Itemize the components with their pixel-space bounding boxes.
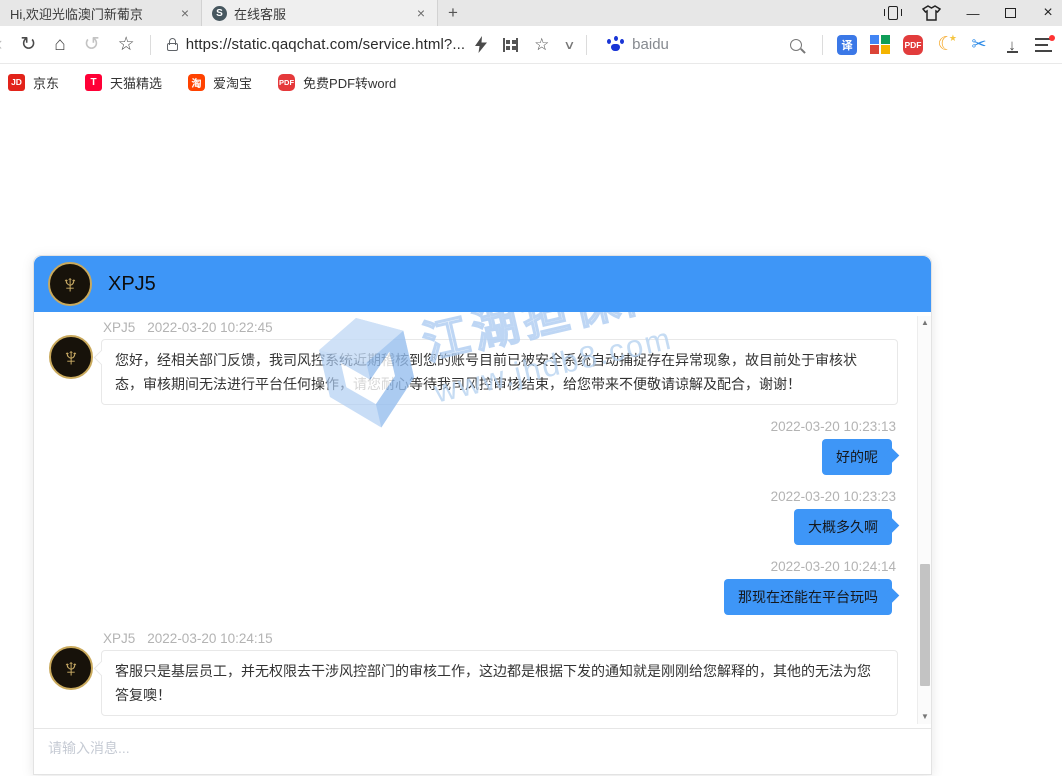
message-meta: XPJ5 2022-03-20 10:22:45: [103, 320, 898, 335]
new-tab-button[interactable]: +: [438, 0, 468, 26]
notification-dot: [1049, 35, 1055, 41]
tab-title: Hi,欢迎光临澳门新葡京: [10, 4, 177, 23]
agent-message-row: ♆ XPJ5 2022-03-20 10:24:15 客服只是基层员工，并无权限去…: [49, 629, 898, 716]
baidu-paw-icon: [607, 36, 624, 53]
user-bubble: 大概多久啊: [794, 509, 892, 545]
chat-title: XPJ5: [108, 273, 156, 296]
address-bar-actions: ☆ ∨: [475, 36, 574, 53]
scroll-up-icon[interactable]: ▲: [918, 316, 931, 330]
bookmark-page-star-icon[interactable]: ☆: [534, 36, 549, 53]
chat-message-area: ♆ XPJ5 2022-03-20 10:22:45 您好，经相关部门反馈，我司风…: [34, 312, 931, 728]
download-icon[interactable]: ↓: [1002, 35, 1022, 55]
timestamp: 2022-03-20 10:24:14: [771, 559, 896, 574]
timestamp: 2022-03-20 10:22:45: [147, 320, 272, 335]
lightning-accelerate-icon[interactable]: [475, 36, 487, 53]
search-engine-label[interactable]: baidu: [632, 36, 669, 53]
extensions-area: 译 PDF ☾★ ✂ ↓: [837, 35, 1052, 55]
skin-theme-icon[interactable]: [922, 5, 941, 21]
home-icon[interactable]: ⌂: [54, 35, 65, 54]
bookmarks-bar: JD 京东 T 天猫精选 淘 爱淘宝 PDF 免费PDF转word: [0, 65, 1062, 99]
taobao-icon: 淘: [188, 74, 205, 91]
message-meta: XPJ5 2022-03-20 10:24:15: [103, 631, 898, 646]
tab-favicon-icon: S: [212, 6, 227, 21]
moon-star-icon: ★: [949, 33, 957, 44]
user-bubble: 那现在还能在平台玩吗: [724, 579, 892, 615]
timestamp: 2022-03-20 10:24:15: [147, 631, 272, 646]
user-bubble: 好的呢: [822, 439, 892, 475]
chat-input-area: [34, 728, 931, 776]
xpj-brand-logo-icon: ♆: [48, 262, 92, 306]
bookmark-jd[interactable]: JD 京东: [8, 73, 59, 92]
user-message-row: 2022-03-20 10:24:14 那现在还能在平台玩吗: [49, 559, 898, 615]
menu-hamburger-icon[interactable]: [1035, 38, 1052, 52]
bookmark-label: 爱淘宝: [213, 73, 252, 92]
bookmark-label: 免费PDF转word: [303, 73, 396, 92]
screenshot-grid-icon[interactable]: [503, 38, 518, 52]
tab-strip: Hi,欢迎光临澳门新葡京 × S 在线客服 × + — ×: [0, 0, 1062, 26]
tab-close-icon[interactable]: ×: [413, 5, 429, 21]
pdf-extension-icon[interactable]: PDF: [903, 35, 923, 55]
maximize-button[interactable]: [1005, 8, 1016, 18]
chevron-down-icon[interactable]: ∨: [564, 38, 576, 52]
chat-header: ♆ XPJ5: [34, 256, 931, 312]
message-input[interactable]: [34, 729, 931, 776]
tab-casino[interactable]: Hi,欢迎光临澳门新葡京 ×: [0, 0, 202, 26]
timestamp: 2022-03-20 10:23:13: [771, 419, 896, 434]
browser-toolbar: ‹ ↻ ⌂ ↺ ☆ https://static.qaqchat.com/ser…: [0, 26, 1062, 64]
bookmark-tmall[interactable]: T 天猫精选: [85, 73, 162, 92]
night-mode-moon-icon[interactable]: ☾★: [936, 35, 956, 55]
favorites-star-icon[interactable]: ☆: [118, 35, 135, 54]
chat-scrollbar[interactable]: ▲ ▼: [917, 316, 931, 724]
search-icon[interactable]: [790, 39, 802, 51]
jd-icon: JD: [8, 74, 25, 91]
pdf-icon: PDF: [278, 74, 295, 91]
agent-bubble: 客服只是基层员工，并无权限去干涉风控部门的审核工作，这边都是根据下发的通知就是刚…: [101, 650, 898, 716]
tmall-icon: T: [85, 74, 102, 91]
refresh-icon[interactable]: ↻: [20, 35, 36, 54]
scrollbar-thumb[interactable]: [920, 564, 930, 686]
divider: [150, 35, 151, 55]
ssl-lock-icon[interactable]: [167, 43, 178, 51]
window-controls: — ×: [888, 0, 1056, 26]
minimize-button[interactable]: —: [965, 6, 981, 21]
bookmark-label: 天猫精选: [110, 73, 162, 92]
agent-bubble: 您好，经相关部门反馈，我司风控系统近期稽核到您的账号目前已被安全系统自动捕捉存在…: [101, 339, 898, 405]
back-icon[interactable]: ‹: [0, 35, 2, 54]
apps-grid-extension-icon[interactable]: [870, 35, 890, 55]
bookmark-taobao[interactable]: 淘 爱淘宝: [188, 73, 252, 92]
tab-title: 在线客服: [234, 4, 413, 23]
agent-message-row: ♆ XPJ5 2022-03-20 10:22:45 您好，经相关部门反馈，我司风…: [49, 318, 898, 405]
divider: [822, 35, 823, 55]
tab-online-service[interactable]: S 在线客服 ×: [202, 0, 438, 26]
send-to-phone-icon[interactable]: [888, 6, 898, 20]
agent-avatar: ♆: [49, 646, 93, 690]
sender-name: XPJ5: [103, 631, 135, 646]
sender-name: XPJ5: [103, 320, 135, 335]
search-box[interactable]: baidu: [607, 36, 669, 53]
agent-avatar: ♆: [49, 335, 93, 379]
bookmark-label: 京东: [33, 73, 59, 92]
undo-close-icon[interactable]: ↺: [84, 35, 100, 54]
close-window-button[interactable]: ×: [1040, 4, 1056, 22]
divider: [586, 35, 587, 55]
chat-window: ♆ XPJ5 ♆ XPJ5 2022-03-20 10:22:45 您好，经相关部…: [33, 255, 932, 775]
user-message-row: 2022-03-20 10:23:23 大概多久啊: [49, 489, 898, 545]
bookmark-pdf2word[interactable]: PDF 免费PDF转word: [278, 73, 396, 92]
scroll-down-icon[interactable]: ▼: [918, 710, 931, 724]
screenshot-scissors-icon[interactable]: ✂: [969, 35, 989, 55]
user-message-row: 2022-03-20 10:23:13 好的呢: [49, 419, 898, 475]
address-url[interactable]: https://static.qaqchat.com/service.html?…: [186, 36, 465, 53]
timestamp: 2022-03-20 10:23:23: [771, 489, 896, 504]
translate-extension-icon[interactable]: 译: [837, 35, 857, 55]
tab-close-icon[interactable]: ×: [177, 5, 193, 21]
